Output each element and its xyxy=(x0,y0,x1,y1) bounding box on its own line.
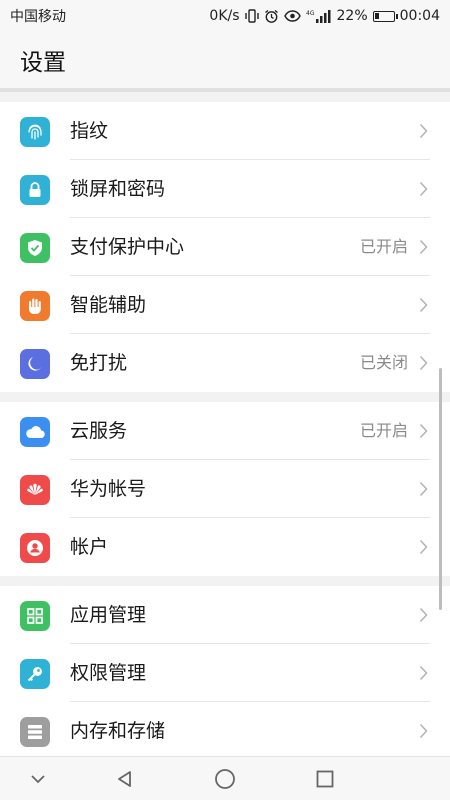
huawei-icon xyxy=(20,475,50,505)
settings-group: 指纹锁屏和密码支付保护中心 已开启智能辅助免打扰 已关闭 xyxy=(0,102,450,392)
settings-item[interactable]: 权限管理 xyxy=(0,644,450,702)
status-icons: 0K/s 4G 22% 00:04 xyxy=(209,8,440,24)
settings-group: 应用管理权限管理内存和存储 xyxy=(0,586,450,756)
fingerprint-icon xyxy=(20,117,50,147)
settings-item-label: 内存和存储 xyxy=(70,720,166,742)
settings-item[interactable]: 指纹 xyxy=(0,102,450,160)
settings-item[interactable]: 支付保护中心 已开启 xyxy=(0,218,450,276)
recents-icon[interactable] xyxy=(313,767,337,791)
settings-item[interactable]: 云服务 已开启 xyxy=(0,402,450,460)
settings-item[interactable]: 应用管理 xyxy=(0,586,450,644)
storage-icon xyxy=(20,717,50,747)
settings-item-label: 云服务 xyxy=(70,420,128,442)
chevron-right-icon xyxy=(419,297,428,313)
navigation-bar xyxy=(0,756,450,800)
settings-item-label: 支付保护中心 xyxy=(70,236,185,258)
scrollbar[interactable] xyxy=(439,368,442,610)
settings-item[interactable]: 锁屏和密码 xyxy=(0,160,450,218)
settings-list[interactable]: 指纹 锁屏和密码 支付保护中心 已开启 智能辅助 免打扰 已关闭 云服务 已开启 华为帐号 帐户 应用… xyxy=(0,92,450,756)
page-title: 设置 xyxy=(20,50,66,76)
alarm-icon xyxy=(264,9,279,24)
settings-item-label: 应用管理 xyxy=(70,604,147,626)
key-icon xyxy=(20,659,50,689)
apps-icon xyxy=(20,601,50,631)
chevron-right-icon xyxy=(419,607,428,623)
chevron-right-icon xyxy=(419,239,428,255)
chevron-right-icon xyxy=(419,123,428,139)
settings-item[interactable]: 智能辅助 xyxy=(0,276,450,334)
settings-item[interactable]: 内存和存储 xyxy=(0,702,450,756)
settings-item[interactable]: 华为帐号 xyxy=(0,460,450,518)
settings-item-status: 已开启 xyxy=(359,421,408,440)
battery-percent: 22% xyxy=(336,8,368,24)
cloud-icon xyxy=(20,417,50,447)
network-type-label: 4G xyxy=(306,10,315,17)
signal-icon: 4G xyxy=(306,9,332,23)
net-speed: 0K/s xyxy=(209,8,240,24)
settings-item[interactable]: 帐户 xyxy=(0,518,450,576)
lock-icon xyxy=(20,175,50,205)
chevron-right-icon xyxy=(419,481,428,497)
chevron-right-icon xyxy=(419,665,428,681)
settings-item[interactable]: 免打扰 已关闭 xyxy=(0,334,450,392)
shield-icon xyxy=(20,233,50,263)
home-icon[interactable] xyxy=(213,767,237,791)
battery-icon xyxy=(372,10,398,22)
settings-item-label: 指纹 xyxy=(70,120,109,142)
settings-group: 云服务 已开启华为帐号帐户 xyxy=(0,402,450,576)
chevron-right-icon xyxy=(419,539,428,555)
header: 设置 xyxy=(0,32,450,88)
vibrate-icon xyxy=(244,9,259,23)
eye-icon xyxy=(283,10,301,22)
settings-item-status: 已开启 xyxy=(359,237,408,256)
chevron-right-icon xyxy=(419,723,428,739)
chevron-right-icon xyxy=(419,355,428,371)
settings-item-status: 已关闭 xyxy=(359,353,408,372)
settings-item-label: 锁屏和密码 xyxy=(70,178,166,200)
moon-icon xyxy=(20,349,50,379)
settings-item-label: 智能辅助 xyxy=(70,294,147,316)
account-icon xyxy=(20,533,50,563)
chevron-down-icon[interactable] xyxy=(26,767,50,791)
settings-item-label: 权限管理 xyxy=(70,662,147,684)
chevron-right-icon xyxy=(419,423,428,439)
clock: 00:04 xyxy=(399,8,440,24)
status-bar: 中国移动 0K/s 4G 22% 00:04 xyxy=(0,0,450,32)
settings-item-label: 华为帐号 xyxy=(70,478,147,500)
settings-item-label: 帐户 xyxy=(70,536,109,558)
carrier-label: 中国移动 xyxy=(10,9,66,25)
chevron-right-icon xyxy=(419,181,428,197)
back-icon[interactable] xyxy=(113,767,137,791)
settings-item-label: 免打扰 xyxy=(70,352,128,374)
hand-icon xyxy=(20,291,50,321)
